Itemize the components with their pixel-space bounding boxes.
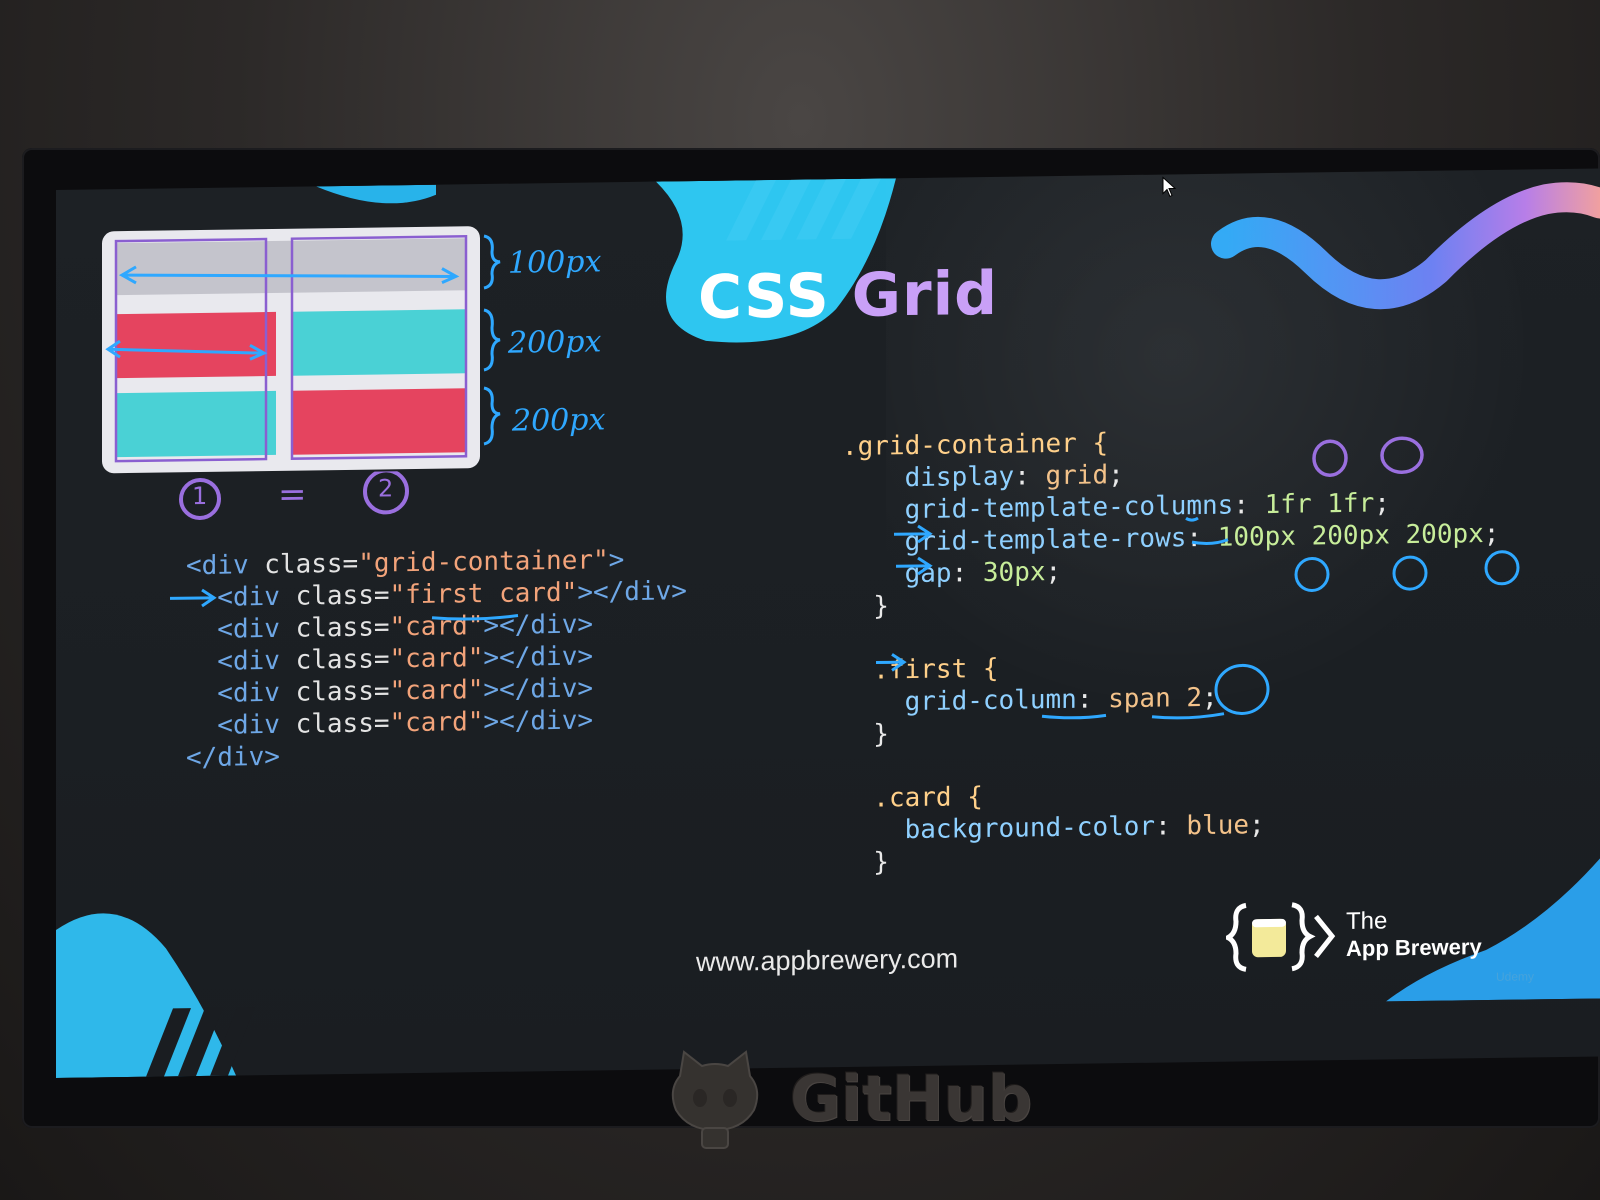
row3-size-annotation: 200px	[512, 402, 606, 439]
css-handwritten-annotations	[876, 436, 1520, 720]
row2-size-annotation: 200px	[508, 324, 602, 361]
html-line: </div>	[186, 741, 280, 774]
bottom-left-blob-decoration	[56, 913, 255, 1078]
first-underline-annotation	[431, 614, 519, 621]
grid-diagram	[102, 226, 480, 474]
udemy-watermark: Udemy	[1496, 969, 1535, 984]
app-brewery-icon	[1226, 902, 1336, 972]
title-css: CSS	[698, 261, 830, 334]
slide-title: CSS Grid	[698, 259, 998, 333]
equals-label: =	[278, 474, 307, 515]
brand-line1: The	[1346, 907, 1388, 935]
wave-decoration	[1211, 182, 1600, 310]
website-url: www.appbrewery.com	[696, 943, 959, 978]
slide-screen: CSS Grid 100px 200px 200px 1 = 2 <div cl…	[56, 168, 1600, 1078]
html-code-block: <div class="grid-container"> <div class=…	[186, 543, 687, 774]
diagram-handwritten-overlay	[105, 235, 468, 463]
app-brewery-logo: The App Brewery	[1226, 891, 1526, 975]
circle-1-label: 1	[192, 481, 208, 511]
html-arrow-annotation	[170, 588, 217, 608]
octocat-icon	[671, 1050, 759, 1149]
row1-size-annotation: 100px	[508, 244, 602, 281]
github-logo-text: GitHub	[790, 1062, 1033, 1135]
github-sticker: GitHub	[640, 1042, 1032, 1152]
row-brackets	[483, 234, 501, 446]
stripe-decoration	[726, 178, 881, 241]
circle-2-label: 2	[378, 474, 394, 503]
title-grid: Grid	[851, 258, 999, 331]
mouse-cursor-icon	[1162, 176, 1177, 198]
brand-line2: App Brewery	[1346, 934, 1482, 961]
